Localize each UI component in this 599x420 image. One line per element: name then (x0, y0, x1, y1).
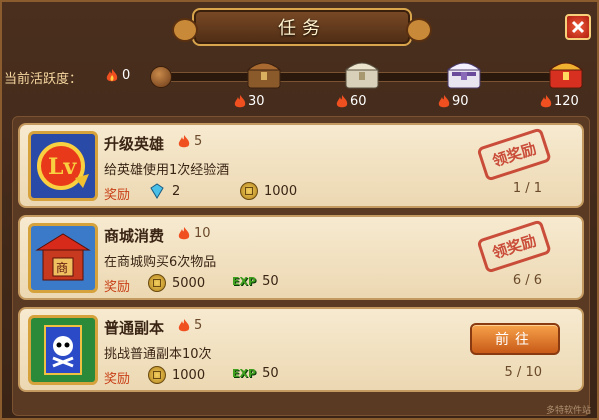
watermark: 多特软件站 (545, 406, 591, 416)
reward-item-gold: 5000 (148, 274, 205, 292)
task-window: 任务 当前活跃度： 0 30 60 90 120 Lv 升级英雄 5 给英雄使用… (0, 0, 599, 420)
title-plate: 任务 (172, 8, 432, 46)
milestone-label-60: 60 (336, 94, 367, 109)
task-description: 给英雄使用1次经验酒 (104, 163, 230, 178)
flame-icon (438, 94, 450, 107)
task-icon-container: Lv (28, 131, 98, 201)
flame-icon (540, 94, 552, 107)
reward-label: 奖励 (104, 372, 131, 387)
purple-chest-icon (446, 62, 482, 89)
milestone-chest-30[interactable] (244, 58, 284, 90)
task-points: 10 (178, 226, 211, 241)
activity-points: 0 (122, 68, 131, 83)
svg-text:商: 商 (56, 260, 68, 275)
task-name: 升级英雄 (104, 135, 165, 153)
coin-icon (148, 274, 166, 292)
flame-icon (178, 226, 190, 239)
flame-icon (234, 94, 246, 107)
task-icon-container: 商 (28, 223, 98, 293)
reward-item-gold: 1000 (148, 366, 205, 384)
milestone-label-30: 30 (234, 94, 265, 109)
exp-icon: EXP (232, 275, 257, 288)
task-points: 5 (178, 318, 202, 333)
gold-chest-icon (548, 62, 584, 89)
gem-icon (150, 183, 164, 199)
task-progress: 6 / 6 (512, 273, 542, 288)
task-card-mall-purchase: 商 商城消费 10 在商城购买6次物品 奖励 5000 EXP 50 领奖励 6… (18, 215, 584, 300)
reward-item-exp: EXP 50 (232, 274, 279, 289)
coin-icon (240, 182, 258, 200)
task-name: 商城消费 (104, 227, 165, 245)
task-progress: 5 / 10 (504, 365, 542, 380)
window-title: 任务 (278, 18, 326, 39)
task-card-normal-dungeon: 普通副本 5 挑战普通副本10次 奖励 1000 EXP 50 前往 5 / 1… (18, 307, 584, 392)
exp-icon: EXP (232, 367, 257, 380)
task-progress: 1 / 1 (512, 181, 542, 196)
close-button[interactable] (565, 14, 591, 40)
task-list: Lv 升级英雄 5 给英雄使用1次经验酒 奖励 2 1000 领奖励 1 / 1 (12, 116, 590, 416)
coin-icon (148, 366, 166, 384)
task-points: 5 (178, 134, 202, 149)
svg-text:Lv: Lv (48, 154, 77, 180)
activity-value: 0 (106, 68, 130, 83)
silver-chest-icon (344, 62, 380, 89)
task-name: 普通副本 (104, 319, 165, 337)
activity-progress-knob (150, 66, 172, 88)
shop-icon: 商 (35, 233, 91, 281)
flame-icon (106, 68, 118, 81)
milestone-chest-60[interactable] (342, 58, 382, 90)
milestone-chest-90[interactable] (444, 58, 484, 90)
milestone-chest-120[interactable] (546, 58, 586, 90)
activity-label: 当前活跃度： (4, 72, 83, 87)
go-button[interactable]: 前往 (470, 323, 560, 355)
task-card-upgrade-hero: Lv 升级英雄 5 给英雄使用1次经验酒 奖励 2 1000 领奖励 1 / 1 (18, 123, 584, 208)
reward-item-gem: 2 (148, 182, 180, 200)
reward-item-gold: 1000 (240, 182, 297, 200)
reward-label: 奖励 (104, 280, 131, 295)
bronze-chest-icon (246, 62, 282, 89)
dungeon-skull-icon (44, 325, 82, 375)
reward-item-exp: EXP 50 (232, 366, 279, 381)
close-icon (571, 20, 585, 34)
level-up-icon: Lv (37, 142, 89, 190)
task-description: 在商城购买6次物品 (104, 255, 217, 270)
claim-reward-stamp[interactable]: 领奖励 (470, 210, 558, 281)
flame-icon (178, 134, 190, 147)
claim-reward-stamp[interactable]: 领奖励 (470, 118, 558, 189)
milestone-label-90: 90 (438, 94, 469, 109)
flame-icon (336, 94, 348, 107)
reward-label: 奖励 (104, 188, 131, 203)
task-icon-container (28, 315, 98, 385)
milestone-label-120: 120 (540, 94, 579, 109)
task-description: 挑战普通副本10次 (104, 347, 212, 362)
flame-icon (178, 318, 190, 331)
